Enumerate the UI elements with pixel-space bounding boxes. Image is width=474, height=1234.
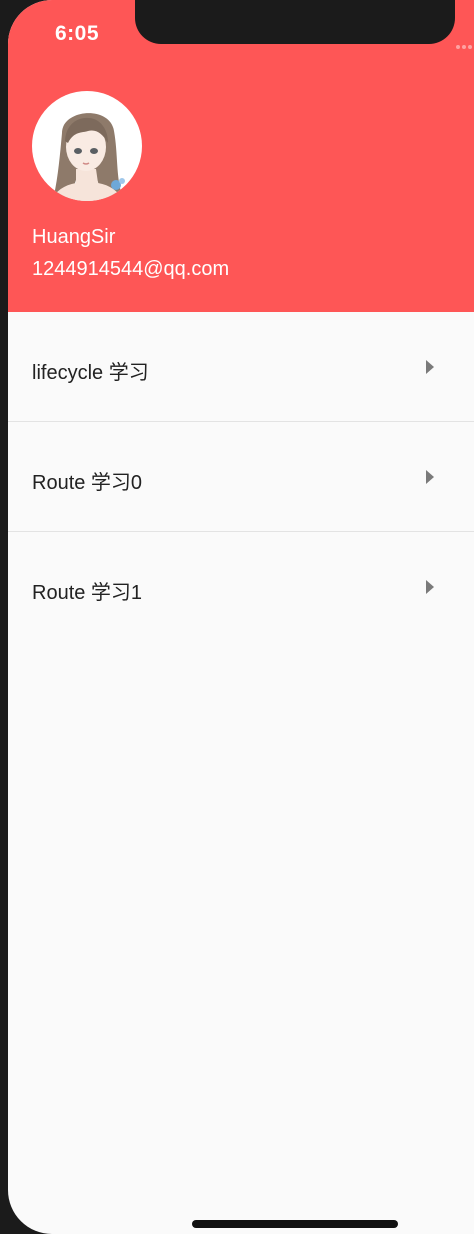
user-name: HuangSir — [32, 226, 116, 248]
chevron-right-icon — [426, 360, 434, 374]
chevron-right-icon — [426, 580, 434, 594]
status-time: 6:05 — [55, 22, 100, 45]
avatar[interactable] — [32, 91, 142, 201]
menu-item-route-0[interactable]: Route 学习0 — [8, 422, 474, 532]
status-indicator-icon — [456, 36, 474, 49]
user-email: 1244914544@qq.com — [32, 258, 230, 280]
avatar-image — [50, 113, 125, 201]
app-screen: 6:05 HuangSir 1244914544@qq.com lifecycl… — [8, 0, 474, 1234]
menu-item-route-1[interactable]: Route 学习1 — [8, 532, 474, 642]
menu-item-label: Route 学习0 — [32, 472, 143, 494]
menu-item-label: lifecycle 学习 — [32, 362, 149, 384]
menu-item-lifecycle[interactable]: lifecycle 学习 — [8, 312, 474, 422]
home-indicator[interactable] — [192, 1220, 398, 1228]
device-notch — [135, 0, 455, 44]
drawer-header: 6:05 HuangSir 1244914544@qq.com — [8, 0, 474, 312]
chevron-right-icon — [426, 470, 434, 484]
drawer-menu: lifecycle 学习 Route 学习0 Route 学习1 — [8, 312, 474, 642]
menu-item-label: Route 学习1 — [32, 582, 143, 604]
